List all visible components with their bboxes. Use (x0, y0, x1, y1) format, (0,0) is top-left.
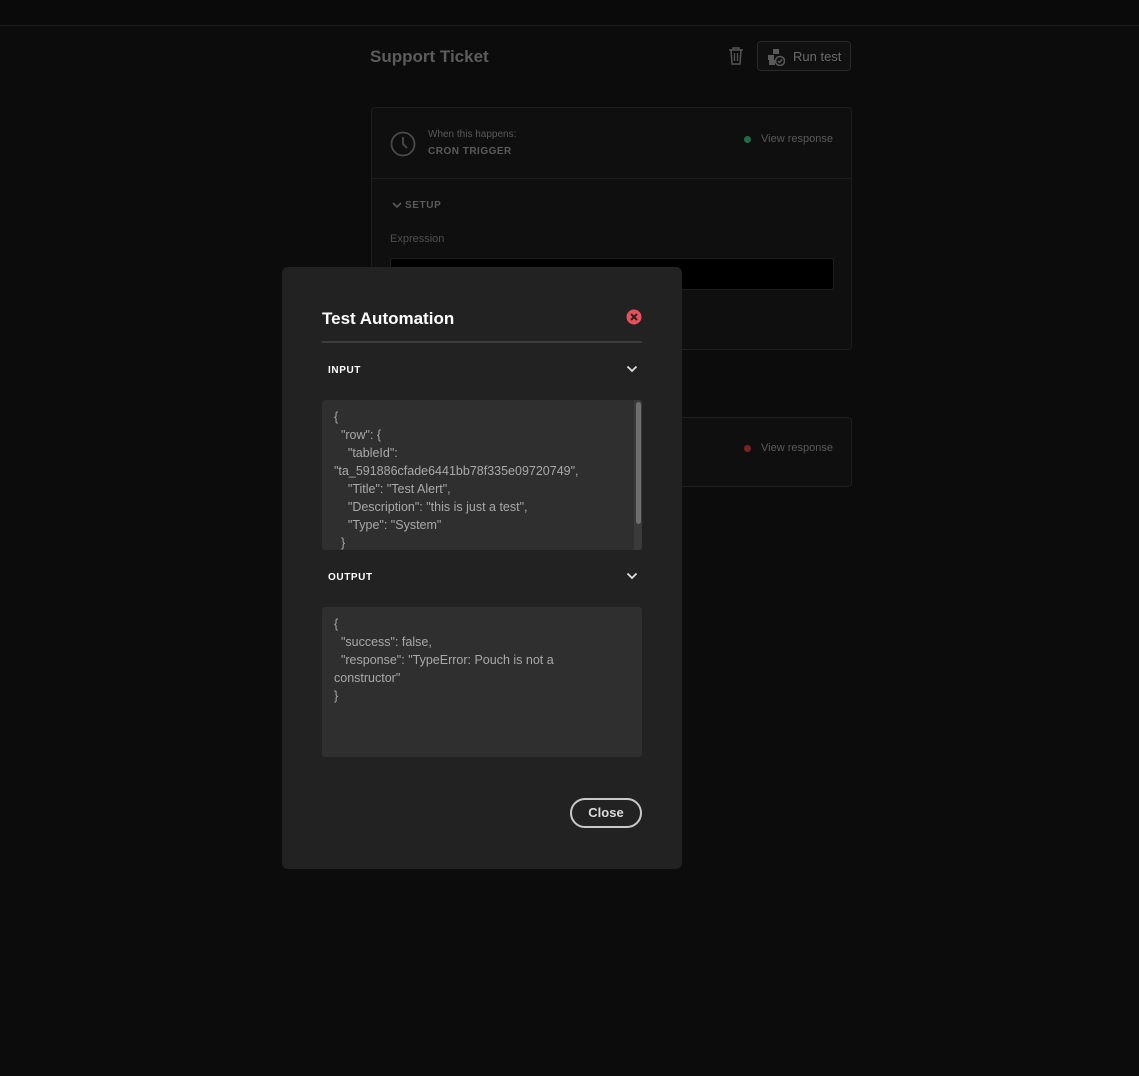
chevron-down-icon[interactable] (626, 365, 638, 373)
trigger-name: CRON TRIGGER (428, 146, 512, 157)
output-json-viewer[interactable]: { "success": false, "response": "TypeErr… (322, 607, 642, 757)
close-button[interactable]: Close (570, 798, 642, 828)
page-title: Support Ticket (370, 47, 489, 66)
clock-icon (390, 131, 416, 157)
input-json-editor[interactable]: { "row": { "tableId": "ta_591886cfade644… (322, 400, 642, 550)
view-response-link[interactable]: View response (761, 442, 833, 454)
expression-label: Expression (390, 233, 445, 245)
trigger-when-label: When this happens: (428, 129, 517, 140)
output-json-text: { "success": false, "response": "TypeErr… (334, 617, 554, 703)
trash-icon[interactable] (727, 46, 745, 66)
setup-label: SETUP (405, 200, 442, 211)
run-test-icon (768, 49, 785, 66)
step-card[interactable]: View response (671, 417, 852, 487)
output-section-label[interactable]: OUTPUT (328, 572, 373, 583)
close-icon[interactable] (626, 309, 642, 325)
setup-toggle[interactable]: SETUP (392, 200, 441, 211)
status-dot-success (744, 136, 751, 143)
run-test-label: Run test (793, 49, 842, 64)
test-automation-modal: Test Automation INPUT { "row": { "tableI… (282, 267, 682, 869)
modal-divider (322, 341, 642, 343)
view-response-link[interactable]: View response (761, 133, 833, 145)
modal-title: Test Automation (322, 309, 455, 328)
status-dot-error (744, 445, 751, 452)
input-scrollbar[interactable] (634, 400, 642, 550)
trigger-card-header[interactable]: When this happens: CRON TRIGGER View res… (372, 108, 851, 179)
run-test-button[interactable]: Run test (757, 41, 851, 71)
chevron-down-icon (392, 202, 402, 209)
chevron-down-icon[interactable] (626, 572, 638, 580)
input-section-label[interactable]: INPUT (328, 365, 361, 376)
input-json-text: { "row": { "tableId": "ta_591886cfade644… (334, 410, 579, 550)
input-scrollbar-thumb[interactable] (636, 402, 641, 524)
top-bar (0, 0, 1139, 26)
